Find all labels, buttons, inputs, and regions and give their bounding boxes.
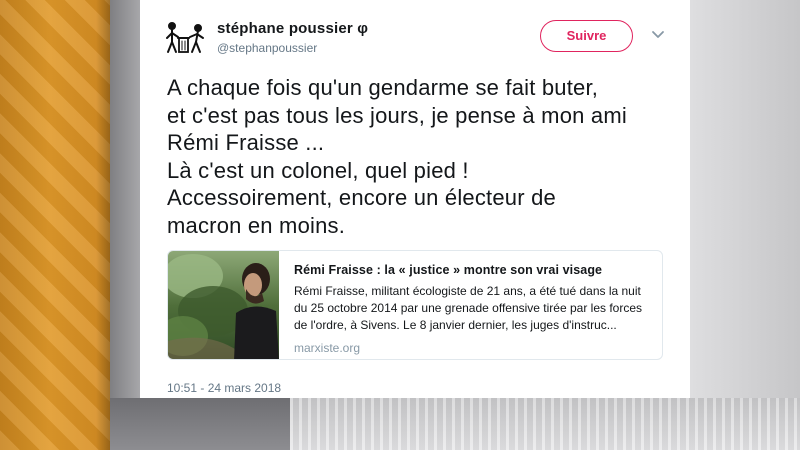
link-preview-body: Rémi Fraisse : la « justice » montre son…	[294, 263, 654, 355]
link-preview-description-line: de l'ordre, à Sivens. Le 8 janvier derni…	[294, 318, 617, 332]
tweet-header: stéphane poussier φ @stephanpoussier Sui…	[165, 16, 675, 60]
background-dark-panel	[110, 398, 290, 450]
background-striped-panel	[290, 398, 800, 450]
link-preview-description: Rémi Fraisse, militant écologiste de 21 …	[294, 283, 654, 334]
background-grey-strip	[110, 0, 140, 450]
tweet-text-line: Rémi Fraisse ...	[167, 130, 325, 155]
tweet-timestamp[interactable]: 10:51 - 24 mars 2018	[167, 381, 281, 395]
chevron-down-icon[interactable]	[651, 28, 665, 42]
follow-button[interactable]: Suivre	[540, 20, 633, 52]
tweet-text-line: Là c'est un colonel, quel pied !	[167, 157, 469, 183]
link-preview-description-line: Rémi Fraisse, militant écologiste de 21 …	[294, 284, 641, 298]
tweet-text-line: A chaque fois qu'un gendarme se fait but…	[167, 75, 599, 100]
tweet-card: stéphane poussier φ @stephanpoussier Sui…	[140, 0, 690, 398]
link-preview-domain[interactable]: marxiste.org	[294, 341, 654, 355]
background-shadow	[96, 0, 110, 450]
background-orange-panel	[0, 0, 110, 450]
tweet-text-line: macron en moins.	[167, 212, 346, 238]
background-right-panel	[690, 0, 800, 450]
author-display-name[interactable]: stéphane poussier φ	[217, 20, 368, 37]
link-preview-card[interactable]: Rémi Fraisse : la « justice » montre son…	[167, 250, 663, 360]
tweet-text: A chaque fois qu'un gendarme se fait but…	[167, 74, 677, 239]
author-handle[interactable]: @stephanpoussier	[217, 41, 317, 55]
stick-figures-trash-avatar-icon[interactable]	[165, 20, 209, 56]
tweet-text-line: Accessoirement, encore un électeur de	[167, 185, 556, 210]
link-preview-description-line: du 25 octobre 2014 par une grenade offen…	[294, 301, 643, 315]
tweet-text-line: et c'est pas tous les jours, je pense à …	[167, 102, 627, 128]
link-preview-title[interactable]: Rémi Fraisse : la « justice » montre son…	[294, 263, 654, 277]
link-preview-image[interactable]	[168, 251, 279, 359]
